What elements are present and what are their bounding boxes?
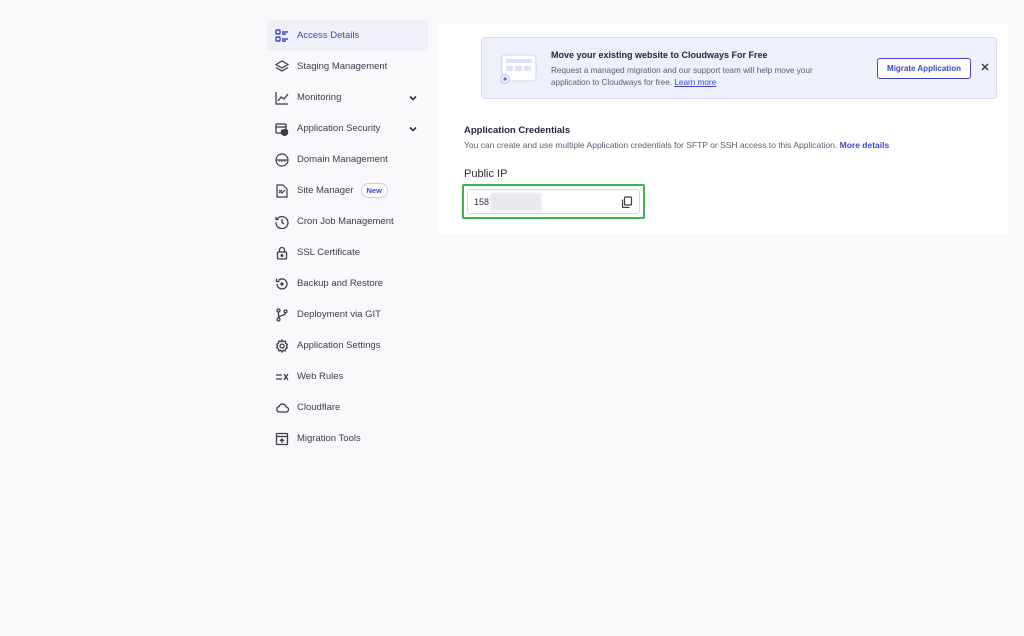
banner-title: Move your existing website to Cloudways … xyxy=(551,50,768,60)
close-banner-button[interactable] xyxy=(978,60,992,74)
credentials-description-text: You can create and use multiple Applicat… xyxy=(464,140,838,150)
sidebar-item-domain-management[interactable]: www Domain Management xyxy=(266,144,428,175)
copy-icon[interactable] xyxy=(621,196,633,208)
redacted-ip-blur xyxy=(490,193,542,211)
sidebar-item-site-manager[interactable]: Site Manager New xyxy=(266,175,428,206)
website-migration-illustration-icon xyxy=(500,54,537,84)
sidebar-item-ssl-certificate[interactable]: SSL Certificate xyxy=(266,237,428,268)
git-branch-icon xyxy=(274,307,289,322)
sidebar-item-backup-and-restore[interactable]: Backup and Restore xyxy=(266,268,428,299)
sidebar-item-application-security[interactable]: Application Security xyxy=(266,113,428,144)
application-credentials-description: You can create and use multiple Applicat… xyxy=(464,140,889,150)
sidebar-item-label: Access Details xyxy=(297,30,360,41)
sidebar-item-label: Application Security xyxy=(297,123,381,134)
sidebar-item-access-details[interactable]: Access Details xyxy=(266,20,428,51)
migration-banner: Move your existing website to Cloudways … xyxy=(481,37,997,99)
sidebar-item-label: Application Settings xyxy=(297,340,381,351)
access-details-icon xyxy=(274,28,289,43)
sidebar-item-label: Migration Tools xyxy=(297,433,361,444)
sidebar-item-label: Cloudflare xyxy=(297,402,341,413)
sidebar-item-monitoring[interactable]: Monitoring xyxy=(266,82,428,113)
sidebar-item-label: Deployment via GIT xyxy=(297,309,381,320)
shield-window-icon xyxy=(274,121,289,136)
public-ip-label: Public IP xyxy=(464,168,508,180)
banner-description: Request a managed migration and our supp… xyxy=(551,65,851,89)
backup-restore-icon xyxy=(274,276,289,291)
sidebar-item-label: Backup and Restore xyxy=(297,278,384,289)
gear-icon xyxy=(274,338,289,353)
chevron-down-icon[interactable] xyxy=(408,124,418,134)
sidebar-item-deployment-via-git[interactable]: Deployment via GIT xyxy=(266,299,428,330)
sidebar-item-label: Domain Management xyxy=(297,154,388,165)
learn-more-link[interactable]: Learn more xyxy=(674,78,716,87)
sidebar-item-label: Web Rules xyxy=(297,371,344,382)
sidebar-item-label: Staging Management xyxy=(297,61,388,72)
sidebar-item-label: Cron Job Management xyxy=(297,216,394,227)
sidebar-item-label: SSL Certificate xyxy=(297,247,361,258)
www-globe-icon: www xyxy=(274,152,289,167)
application-credentials-title: Application Credentials xyxy=(464,125,571,136)
chevron-down-icon[interactable] xyxy=(408,93,418,103)
sidebar-item-label: Monitoring xyxy=(297,92,342,103)
new-badge: New xyxy=(360,183,388,198)
sidebar-item-staging-management[interactable]: Staging Management xyxy=(266,51,428,82)
sidebar-item-label: Site Manager xyxy=(297,185,354,196)
sidebar-item-cloudflare[interactable]: Cloudflare xyxy=(266,392,428,423)
sidebar-item-cron-job-management[interactable]: Cron Job Management xyxy=(266,206,428,237)
sidebar-nav: Access Details Staging Management Monito… xyxy=(266,20,428,454)
chart-line-icon xyxy=(274,90,289,105)
site-manager-icon xyxy=(274,183,289,198)
lock-icon xyxy=(274,245,289,260)
sidebar-item-application-settings[interactable]: Application Settings xyxy=(266,330,428,361)
public-ip-field[interactable]: 158 xyxy=(467,189,640,214)
close-icon xyxy=(981,63,989,71)
migrate-application-button[interactable]: Migrate Application xyxy=(877,58,971,79)
clock-history-icon xyxy=(274,214,289,229)
cloud-icon xyxy=(274,400,289,415)
sidebar-item-web-rules[interactable]: Web Rules xyxy=(266,361,428,392)
layers-icon xyxy=(274,59,289,74)
more-details-link[interactable]: More details xyxy=(840,140,890,150)
web-rules-icon xyxy=(274,369,289,384)
svg-text:www: www xyxy=(278,159,286,163)
sidebar-item-migration-tools[interactable]: Migration Tools xyxy=(266,423,428,454)
migration-icon xyxy=(274,431,289,446)
public-ip-value: 158 xyxy=(474,197,490,207)
